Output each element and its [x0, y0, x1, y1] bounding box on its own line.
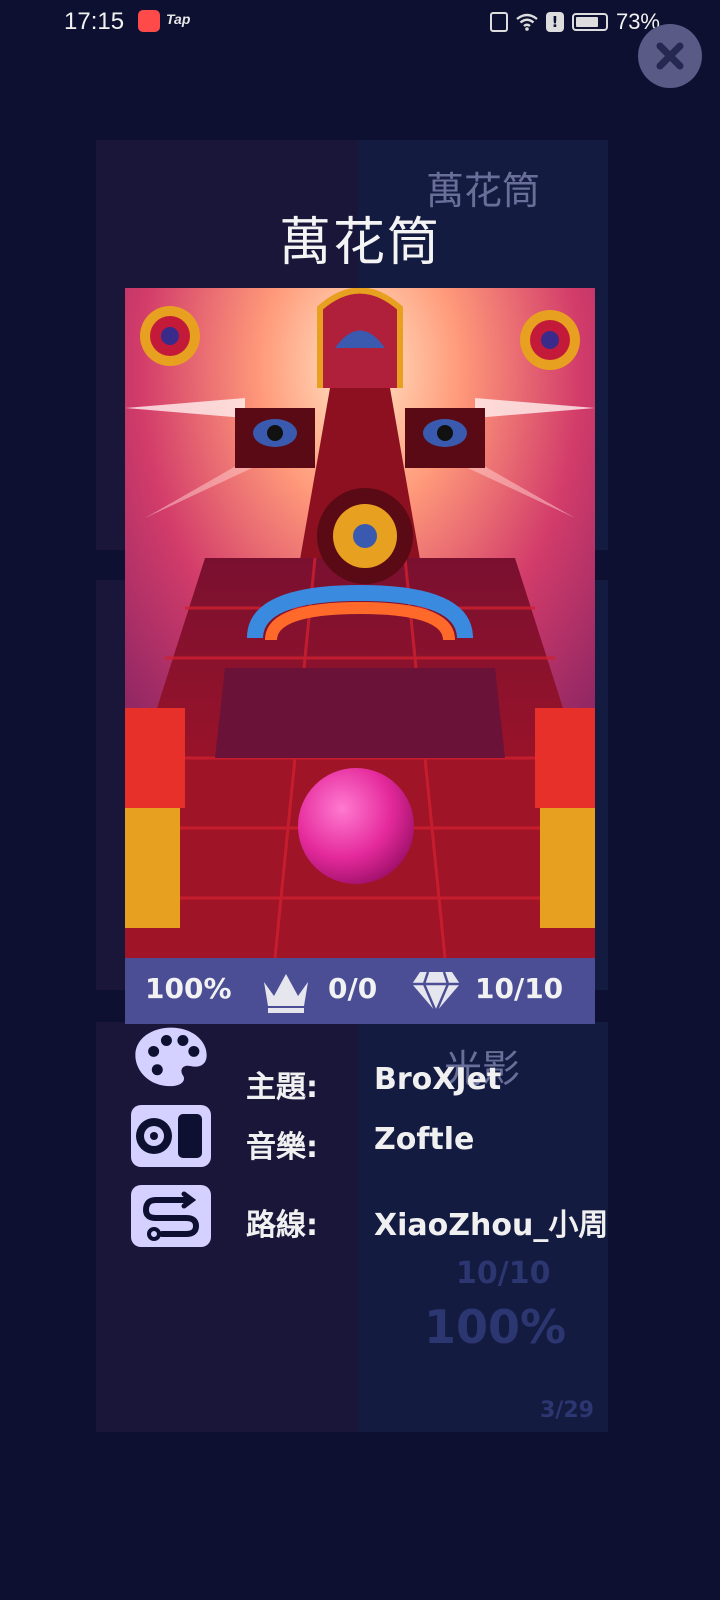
- shop-app-icon: [138, 10, 160, 32]
- music-value: Zoftle: [374, 1122, 475, 1157]
- status-icons: ! 73%: [489, 8, 660, 36]
- crown-icon: [264, 974, 308, 1013]
- route-icon: [131, 1185, 211, 1247]
- battery-icon: [571, 13, 608, 31]
- diamond-icon: [412, 971, 460, 1014]
- background-card-page: 3/29: [540, 1398, 594, 1423]
- close-button[interactable]: [638, 24, 702, 88]
- route-value: XiaoZhou_小周: [374, 1208, 609, 1243]
- music-icon: [131, 1105, 211, 1167]
- status-bar: 17:15 Tap ! 73%: [0, 0, 720, 44]
- route-label: 路線:: [246, 1208, 318, 1243]
- background-card-gems: 10/10: [456, 1256, 551, 1291]
- level-stats-bar: 100% 0/0 10/10: [125, 958, 595, 1024]
- progress-percent: 100%: [145, 972, 232, 1005]
- theme-value: BroXJet: [374, 1062, 502, 1097]
- wifi-icon: [516, 13, 538, 31]
- status-time: 17:15: [64, 8, 125, 35]
- theme-label: 主題:: [246, 1070, 318, 1105]
- palette-icon: [135, 1027, 207, 1087]
- alert-icon: !: [545, 12, 564, 32]
- crown-count: 0/0: [328, 972, 378, 1005]
- gem-count: 10/10: [475, 972, 564, 1005]
- music-label: 音樂:: [246, 1130, 318, 1165]
- level-title: 萬花筒: [278, 213, 441, 273]
- vibrate-icon: [489, 12, 508, 32]
- close-icon: [656, 42, 684, 70]
- level-preview-image: [125, 288, 595, 958]
- background-card-percent: 100%: [424, 1300, 567, 1354]
- tap-app-icon: Tap: [166, 11, 191, 27]
